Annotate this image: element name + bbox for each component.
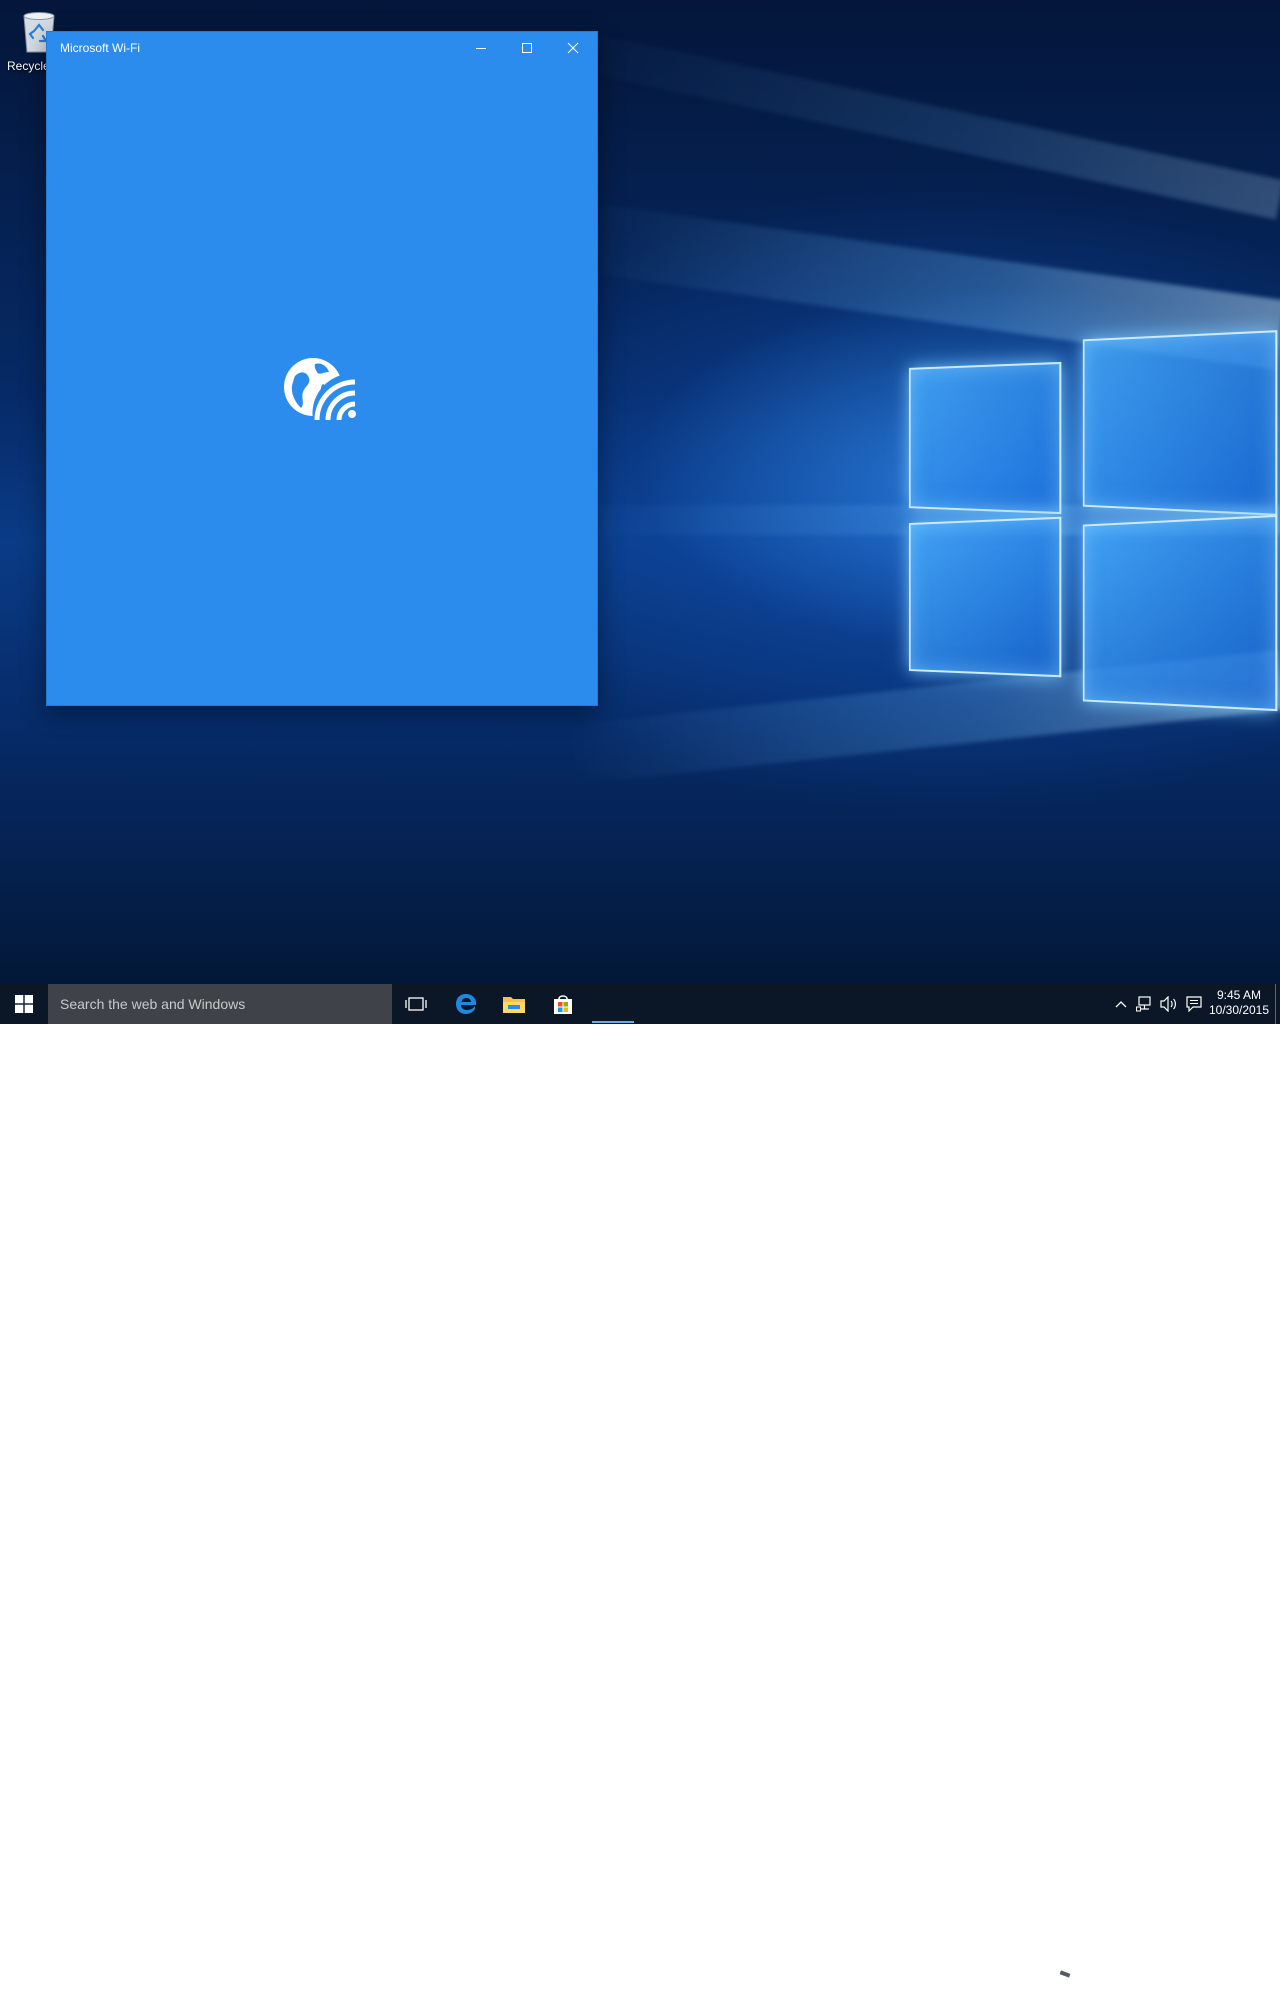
close-button[interactable] <box>550 32 596 64</box>
search-placeholder: Search the web and Windows <box>60 996 246 1012</box>
window-title: Microsoft Wi-Fi <box>60 41 140 55</box>
search-input[interactable]: Search the web and Windows <box>48 984 392 1024</box>
task-view-button[interactable] <box>392 984 440 1024</box>
wallpaper-logo-pane <box>1082 514 1278 712</box>
notification-icon <box>1186 996 1202 1012</box>
action-center-button[interactable] <box>1183 984 1205 1024</box>
network-button[interactable] <box>1134 984 1154 1024</box>
clock-date: 10/30/2015 <box>1208 1003 1270 1017</box>
wallpaper-logo-pane <box>908 361 1062 515</box>
store-button[interactable] <box>539 984 587 1024</box>
watermark-text: The Collection Book <box>1092 1974 1254 1994</box>
minimize-icon <box>476 48 486 49</box>
chevron-up-icon <box>1115 1001 1127 1008</box>
start-button[interactable] <box>0 984 48 1024</box>
wallpaper-logo-pane <box>1082 330 1278 516</box>
edge-button[interactable] <box>442 984 490 1024</box>
network-icon <box>1136 996 1151 1012</box>
volume-button[interactable] <box>1158 984 1180 1024</box>
volume-icon <box>1160 996 1176 1012</box>
watermark: The Collection Book <box>1030 1958 1270 2008</box>
folder-icon <box>503 997 525 1013</box>
minimize-button[interactable] <box>458 32 504 64</box>
maximize-icon <box>522 43 532 53</box>
store-icon <box>554 995 572 1014</box>
edge-icon <box>456 994 476 1014</box>
clock-time: 9:45 AM <box>1216 988 1262 1002</box>
windows-logo-icon <box>15 995 33 1013</box>
show-desktop-button[interactable] <box>1275 984 1280 1024</box>
desktop-icon-label: Recycle <box>7 59 50 73</box>
globe-wifi-icon <box>284 358 359 420</box>
show-hidden-icons-button[interactable] <box>1112 984 1130 1024</box>
clock[interactable]: 9:45 AM 10/30/2015 <box>1206 988 1272 1018</box>
book-icon <box>1034 1962 1082 2008</box>
active-app-indicator <box>592 1021 634 1023</box>
wallpaper-beam <box>532 22 1280 220</box>
app-window: Microsoft Wi-Fi <box>47 32 597 705</box>
wallpaper-logo-pane <box>908 516 1062 678</box>
title-bar[interactable]: Microsoft Wi-Fi <box>47 32 597 64</box>
file-explorer-button[interactable] <box>490 984 538 1024</box>
task-view-icon <box>405 997 427 1011</box>
taskbar: Search the web and Windows The Collectio… <box>0 984 1280 2008</box>
maximize-button[interactable] <box>504 32 550 64</box>
close-icon <box>567 42 579 54</box>
